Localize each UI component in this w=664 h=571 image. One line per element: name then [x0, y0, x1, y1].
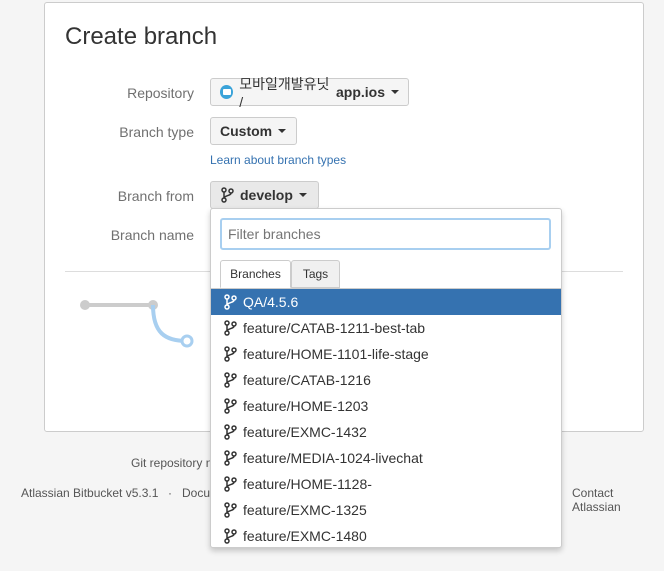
repository-icon — [220, 85, 234, 99]
branch-icon — [224, 398, 237, 414]
branch-icon — [224, 320, 237, 336]
branch-name: feature/HOME-1101-life-stage — [243, 346, 429, 362]
branch-type-label: Branch type — [119, 124, 194, 140]
chevron-down-icon — [391, 90, 399, 94]
documentation-link[interactable]: Docu — [182, 486, 210, 500]
branch-list: QA/4.5.6 feature/CATAB-1211-best-tab featu… — [211, 289, 561, 547]
filter-branches-input[interactable] — [220, 218, 551, 250]
branch-list-item[interactable]: feature/CATAB-1211-best-tab — [211, 315, 561, 341]
branch-type-value: Custom — [220, 123, 273, 139]
git-repo-footer-text: Git repository n — [131, 456, 213, 470]
branch-list-item[interactable]: feature/EXMC-1432 — [211, 419, 561, 445]
repository-name: app.ios — [335, 84, 385, 100]
branch-name: feature/HOME-1203 — [243, 398, 369, 414]
branch-name: feature/HOME-1128- — [243, 476, 372, 492]
branch-type-select[interactable]: Custom — [210, 117, 297, 145]
branch-icon — [221, 187, 234, 203]
branch-list-item[interactable]: feature/CATAB-1216 — [211, 367, 561, 393]
branch-name: feature/MEDIA-1024-livechat — [243, 450, 423, 466]
branch-name: feature/CATAB-1211-best-tab — [243, 320, 426, 336]
branch-graph-illustration — [80, 300, 194, 348]
branch-list-item[interactable]: feature/HOME-1128- — [211, 471, 561, 497]
branch-name: QA/4.5.6 — [243, 294, 299, 310]
branch-icon — [224, 476, 237, 492]
branch-icon — [224, 294, 237, 310]
contact-link[interactable]: Contact Atlassian — [572, 486, 664, 514]
branch-name: feature/EXMC-1325 — [243, 502, 367, 518]
branch-icon — [224, 528, 237, 544]
version-text: Atlassian Bitbucket v5.3.1 — [21, 486, 159, 500]
chevron-down-icon — [298, 193, 307, 197]
branch-icon — [224, 424, 237, 440]
tab-branches[interactable]: Branches — [220, 260, 291, 288]
branch-list-item[interactable]: QA/4.5.6 — [211, 289, 561, 315]
branch-list-item[interactable]: feature/HOME-1203 — [211, 393, 561, 419]
repository-select[interactable]: 모바일개발유닛 / app.ios — [210, 76, 409, 110]
branch-name: feature/CATAB-1216 — [243, 372, 371, 388]
page-title: Create branch — [65, 23, 218, 50]
branch-name-label: Branch name — [110, 227, 194, 243]
footer-separator: · — [168, 486, 172, 500]
branch-name: feature/EXMC-1480 — [243, 528, 367, 544]
branch-list-item[interactable]: feature/EXMC-1325 — [211, 497, 561, 523]
branch-from-select[interactable]: develop — [210, 181, 319, 209]
tab-tags[interactable]: Tags — [291, 260, 340, 288]
branch-icon — [224, 450, 237, 466]
learn-branch-types-link[interactable]: Learn about branch types — [210, 153, 346, 167]
branch-icon — [224, 502, 237, 518]
branch-dropdown: Branches Tags QA/4.5.6 feature/CATAB-1211… — [210, 208, 562, 548]
branch-from-value: develop — [240, 187, 293, 203]
branch-icon — [224, 372, 237, 388]
chevron-down-icon — [278, 129, 287, 133]
branch-icon — [224, 346, 237, 362]
repository-label: Repository — [127, 85, 194, 101]
branch-list-item[interactable]: feature/MEDIA-1024-livechat — [211, 445, 561, 471]
branch-list-item[interactable]: feature/HOME-1101-life-stage — [211, 341, 561, 367]
repository-project: 모바일개발유닛 / — [239, 76, 330, 110]
branch-list-item[interactable]: feature/EXMC-1480 — [211, 523, 561, 547]
branch-name: feature/EXMC-1432 — [243, 424, 367, 440]
branch-from-label: Branch from — [117, 188, 194, 204]
